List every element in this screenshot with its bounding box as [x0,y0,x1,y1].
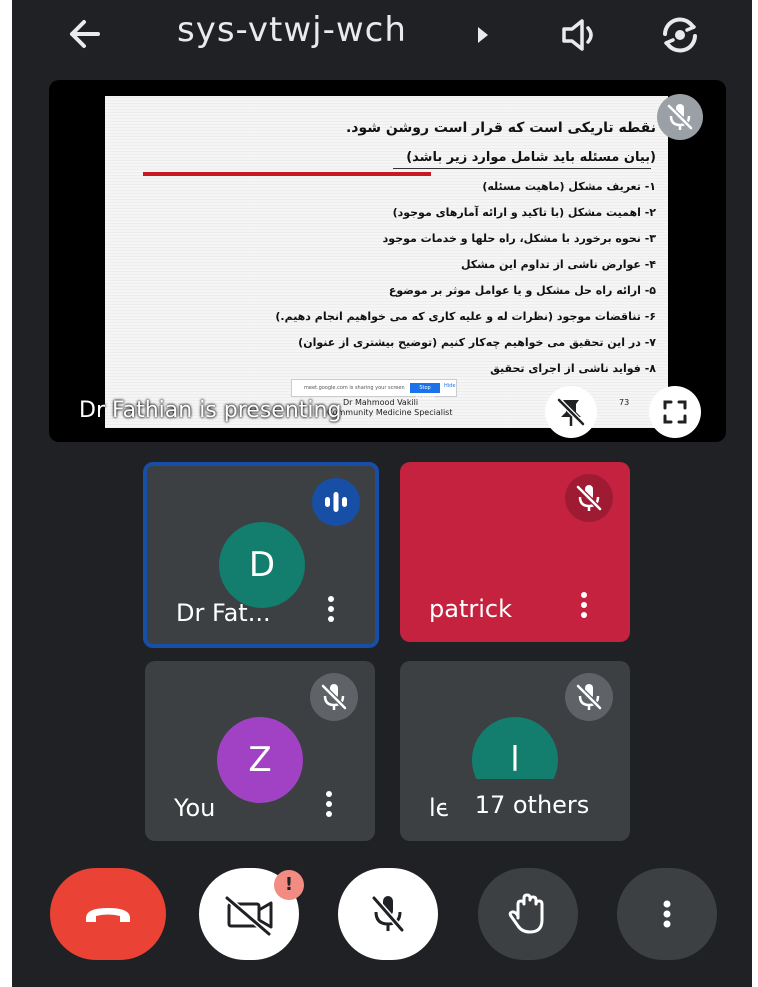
alert-badge: ! [274,870,304,900]
caret-right-icon[interactable] [478,27,488,43]
speaking-indicator-icon [312,478,360,526]
slide-author-title: Community Medicine Specialist [327,408,453,417]
more-options-button[interactable] [617,868,717,960]
unpin-button[interactable] [545,386,597,438]
participant-name: Dr Fat... [176,599,271,627]
more-options-icon[interactable] [325,596,337,630]
hang-up-button[interactable] [50,868,166,960]
slide-line: ۳- نحوه برخورد با مشکل، راه حلها و خدمات… [382,232,656,245]
more-options-icon[interactable] [578,592,590,626]
meeting-code[interactable]: sys-vtwj-wch [177,10,407,50]
slide-line: ۲- اهمیت مشکل (با تاکید و ارائه آمارهای … [392,206,656,219]
avatar: D [219,522,305,608]
slide-page-number: 73 [619,398,630,407]
participant-name: patrick [429,595,512,623]
mic-off-icon [565,474,613,522]
stop-sharing-button: Stop sharing [410,383,440,401]
participant-tile-patrick[interactable]: patrick [400,462,630,642]
mic-off-icon [565,673,613,721]
speaker-icon[interactable] [560,15,602,55]
presentation-view[interactable]: نقطه تاریکی است که قرار است روشن شود. (ب… [49,80,726,442]
fullscreen-button[interactable] [649,386,701,438]
mic-toggle-button[interactable] [338,868,438,960]
hide-button: Hide [444,383,456,389]
meet-call-screen: sys-vtwj-wch نقطه تاریکی است که قرار است… [12,0,752,987]
slide-underline [393,168,651,169]
presenting-label: Dr Fathian is presenting [79,398,342,423]
slide-line: ۴- عوارض ناشی از تداوم این مشکل [460,258,656,271]
participant-name: You [174,794,216,822]
switch-camera-icon[interactable] [657,12,703,58]
others-count-chip[interactable]: 17 others [446,779,618,831]
shared-slide: نقطه تاریکی است که قرار است روشن شود. (ب… [105,96,668,428]
slide-author: Dr Mahmood Vakili [343,398,419,407]
slide-line: ۷- در این تحقیق می خواهیم چه‌کار کنیم (ت… [298,336,656,349]
slide-line: (بیان مسئله باید شامل موارد زیر باشد) [406,150,656,165]
participant-tile-dr-fathian[interactable]: D Dr Fat... [143,462,379,648]
participant-tile-you[interactable]: Z You [145,661,375,841]
slide-line: نقطه تاریکی است که قرار است روشن شود. [345,120,656,136]
mic-off-icon [657,94,703,140]
slide-line: ۱- تعریف مشکل (ماهیت مسئله) [482,180,656,193]
screen-share-bar: meet.google.com is sharing your screen S… [291,379,457,401]
slide-red-bar [143,172,431,176]
avatar: Z [217,717,303,803]
top-bar: sys-vtwj-wch [12,0,752,70]
slide-line: ۵- ارائه راه حل مشکل و یا عوامل موثر بر … [388,284,656,297]
share-bar-text: meet.google.com is sharing your screen [304,385,405,391]
back-arrow-icon[interactable] [64,14,104,54]
slide-line: ۸- فواید ناشی از اجرای تحقیق [490,362,656,375]
raise-hand-button[interactable] [478,868,578,960]
more-options-icon[interactable] [323,791,335,825]
mic-off-icon [310,673,358,721]
slide-line: ۶- تناقضات موجود (نظرات له و علیه کاری ک… [275,310,656,323]
